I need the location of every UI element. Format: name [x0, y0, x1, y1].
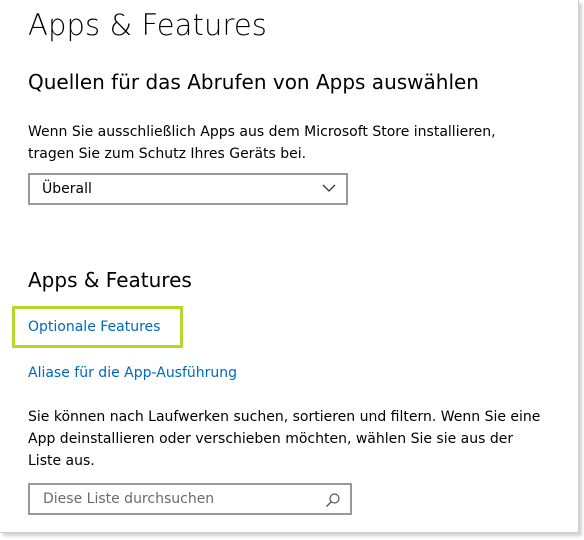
apps-description-line: App deinstallieren oder verschieben möch…: [28, 431, 514, 447]
sources-section-title: Quellen für das Abrufen von Apps auswähl…: [28, 70, 479, 94]
search-placeholder: Diese Liste durchsuchen: [43, 491, 215, 507]
settings-window: Apps & Features Quellen für das Abrufen …: [0, 0, 579, 533]
app-source-dropdown[interactable]: Überall: [28, 173, 348, 205]
apps-description-line: Liste aus.: [28, 453, 95, 469]
apps-section-title: Apps & Features: [28, 268, 192, 292]
app-source-selected-value: Überall: [42, 181, 92, 197]
app-execution-aliases-link[interactable]: Aliase für die App-Ausführung: [28, 365, 237, 381]
page-title: Apps & Features: [28, 8, 268, 42]
apps-description-line: Sie können nach Laufwerken suchen, sorti…: [28, 409, 541, 425]
sources-description: Wenn Sie ausschließlich Apps aus dem Mic…: [28, 121, 568, 165]
chevron-down-icon: [322, 184, 336, 192]
sources-description-line: tragen Sie zum Schutz Ihres Geräts bei.: [28, 146, 307, 162]
sources-description-line: Wenn Sie ausschließlich Apps aus dem Mic…: [28, 124, 496, 140]
search-list-input[interactable]: Diese Liste durchsuchen: [28, 483, 352, 515]
apps-description: Sie können nach Laufwerken suchen, sorti…: [28, 406, 568, 472]
optional-features-link[interactable]: Optionale Features: [28, 319, 160, 335]
search-icon[interactable]: [325, 492, 341, 508]
